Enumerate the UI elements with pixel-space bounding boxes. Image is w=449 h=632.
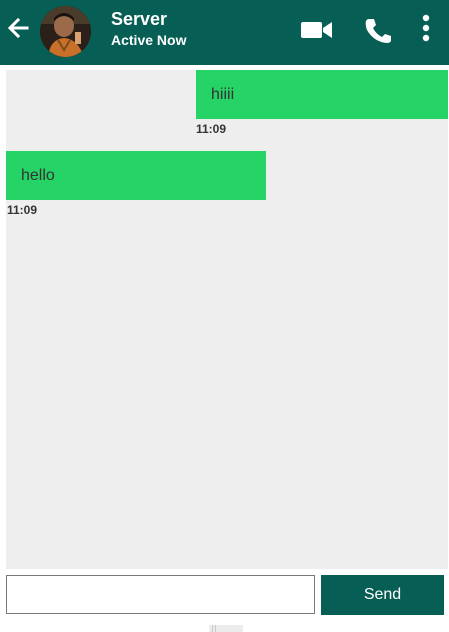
contact-name: Server xyxy=(111,9,168,29)
message-input[interactable] xyxy=(6,575,315,614)
video-camera-icon[interactable] xyxy=(301,20,333,40)
message-bubble-sent: hiiii xyxy=(196,70,448,119)
message-time: 11:09 xyxy=(7,203,38,217)
chat-area[interactable]: hiiii 11:09 hello 11:09 xyxy=(6,70,448,569)
send-button[interactable]: Send xyxy=(321,575,444,615)
back-arrow-icon[interactable] xyxy=(7,17,29,39)
phone-icon[interactable] xyxy=(364,17,392,43)
message-text: hello xyxy=(21,167,55,184)
resize-handle xyxy=(209,625,243,632)
chat-header: Server Active Now xyxy=(0,0,449,65)
more-vert-icon[interactable] xyxy=(419,14,433,42)
message-bubble-received: hello xyxy=(6,151,266,200)
message-time: 11:09 xyxy=(196,122,227,136)
contact-status: Active Now xyxy=(111,32,187,48)
avatar[interactable] xyxy=(40,6,91,57)
message-text: hiiii xyxy=(211,86,235,103)
